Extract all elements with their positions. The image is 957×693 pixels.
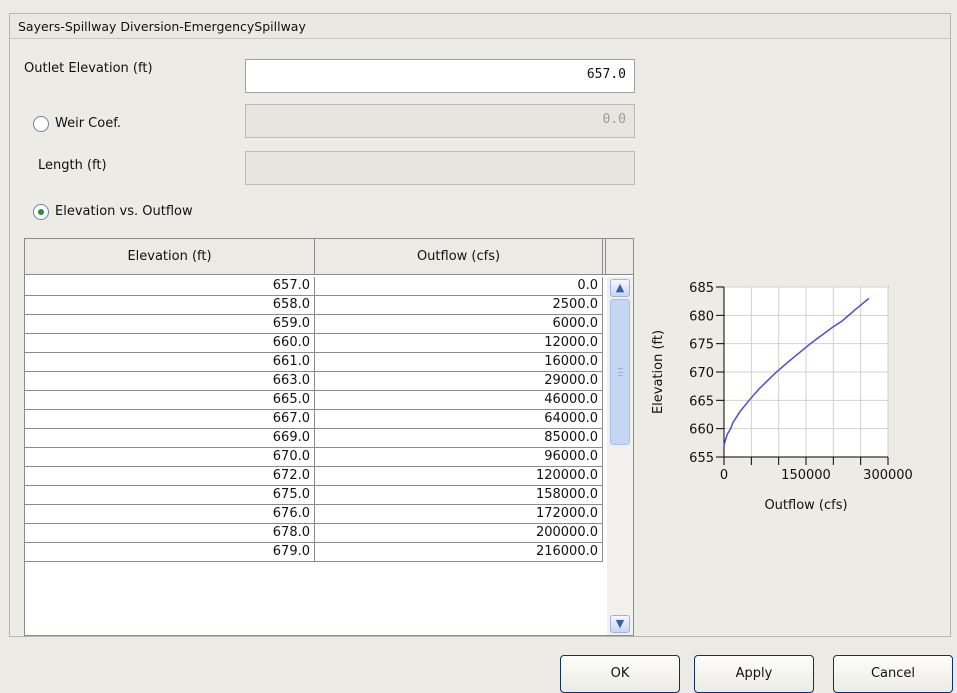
outlet-elevation-label: Outlet Elevation (ft)	[24, 61, 153, 76]
table-corner	[605, 239, 633, 275]
outflow-cell[interactable]: 85000.0	[315, 429, 603, 448]
outflow-cell[interactable]: 172000.0	[315, 505, 603, 524]
scroll-thumb[interactable]	[610, 299, 630, 445]
apply-button[interactable]: Apply	[694, 655, 814, 693]
dialog-title: Sayers-Spillway Diversion-EmergencySpill…	[9, 13, 951, 39]
y-tick-label: 670	[689, 366, 714, 381]
table-row[interactable]: 659.0 6000.0	[25, 315, 605, 334]
outlet-elevation-input[interactable]: 657.0	[245, 59, 635, 93]
weir-coef-radio[interactable]	[33, 116, 49, 132]
table-row[interactable]: 679.0 216000.0	[25, 543, 605, 562]
elevation-cell[interactable]: 679.0	[25, 543, 315, 562]
y-axis-label: Elevation (ft)	[651, 330, 666, 414]
elevation-cell[interactable]: 665.0	[25, 391, 315, 410]
x-tick-label: 300000	[863, 468, 913, 483]
ok-button[interactable]: OK	[560, 655, 680, 693]
scroll-down-icon[interactable]: ▼	[610, 615, 630, 633]
elevation-cell[interactable]: 667.0	[25, 410, 315, 429]
outflow-cell[interactable]: 29000.0	[315, 372, 603, 391]
scroll-up-icon[interactable]: ▲	[610, 279, 630, 297]
table-row[interactable]: 667.0 64000.0	[25, 410, 605, 429]
table-row[interactable]: 670.0 96000.0	[25, 448, 605, 467]
x-tick-label: 150000	[781, 468, 831, 483]
table-body: 657.0 0.0 658.0 2500.0 659.0 6000.0 660.0 12000…	[25, 277, 605, 562]
outflow-cell[interactable]: 16000.0	[315, 353, 603, 372]
elevation-cell[interactable]: 672.0	[25, 467, 315, 486]
table-row[interactable]: 660.0 12000.0	[25, 334, 605, 353]
x-tick-label: 0	[720, 468, 728, 483]
table-scrollbar[interactable]: ▲ ▼	[607, 277, 633, 635]
radio-selected-dot	[38, 209, 44, 215]
table-row[interactable]: 658.0 2500.0	[25, 296, 605, 315]
cancel-button[interactable]: Cancel	[833, 655, 953, 693]
table-row[interactable]: 657.0 0.0	[25, 277, 605, 296]
x-axis-label: Outflow (cfs)	[764, 498, 847, 513]
grip-icon	[618, 368, 623, 376]
y-tick-label: 680	[689, 309, 714, 324]
table-row[interactable]: 665.0 46000.0	[25, 391, 605, 410]
table-header: Elevation (ft) Outflow (cfs)	[25, 239, 605, 275]
outflow-cell[interactable]: 6000.0	[315, 315, 603, 334]
column-header-elevation[interactable]: Elevation (ft)	[25, 239, 315, 275]
column-header-outflow[interactable]: Outflow (cfs)	[315, 239, 603, 275]
y-tick-label: 655	[689, 451, 714, 466]
elevation-cell[interactable]: 669.0	[25, 429, 315, 448]
elevation-cell[interactable]: 657.0	[25, 277, 315, 296]
outflow-cell[interactable]: 46000.0	[315, 391, 603, 410]
table-row[interactable]: 663.0 29000.0	[25, 372, 605, 391]
chart-grid	[723, 286, 889, 458]
length-label: Length (ft)	[38, 158, 107, 173]
outflow-cell[interactable]: 12000.0	[315, 334, 603, 353]
elevation-outflow-table: Elevation (ft) Outflow (cfs) 657.0 0.0 658…	[24, 238, 634, 636]
elevation-cell[interactable]: 678.0	[25, 524, 315, 543]
length-input[interactable]	[245, 151, 635, 185]
y-tick-label: 685	[689, 281, 714, 296]
weir-coef-input[interactable]: 0.0	[245, 104, 635, 138]
outflow-cell[interactable]: 64000.0	[315, 410, 603, 429]
elev-vs-outflow-radio[interactable]	[33, 204, 49, 220]
table-row[interactable]: 675.0 158000.0	[25, 486, 605, 505]
table-row[interactable]: 678.0 200000.0	[25, 524, 605, 543]
y-tick-label: 660	[689, 423, 714, 438]
y-tick-label: 675	[689, 338, 714, 353]
elevation-cell[interactable]: 663.0	[25, 372, 315, 391]
outflow-cell[interactable]: 158000.0	[315, 486, 603, 505]
table-row[interactable]: 676.0 172000.0	[25, 505, 605, 524]
outflow-cell[interactable]: 200000.0	[315, 524, 603, 543]
elevation-cell[interactable]: 659.0	[25, 315, 315, 334]
outflow-cell[interactable]: 96000.0	[315, 448, 603, 467]
table-row[interactable]: 672.0 120000.0	[25, 467, 605, 486]
outflow-cell[interactable]: 0.0	[315, 277, 603, 296]
y-tick-label: 665	[689, 394, 714, 409]
outflow-cell[interactable]: 2500.0	[315, 296, 603, 315]
table-row[interactable]: 669.0 85000.0	[25, 429, 605, 448]
elevation-cell[interactable]: 675.0	[25, 486, 315, 505]
table-row[interactable]: 661.0 16000.0	[25, 353, 605, 372]
elev-vs-outflow-label: Elevation vs. Outflow	[55, 204, 193, 219]
elevation-cell[interactable]: 676.0	[25, 505, 315, 524]
elevation-cell[interactable]: 658.0	[25, 296, 315, 315]
weir-coef-label: Weir Coef.	[55, 116, 121, 131]
elevation-outflow-chart: 655 660 665 670 675 680 685 0 150000 300000 Eleva…	[651, 281, 913, 513]
elevation-cell[interactable]: 670.0	[25, 448, 315, 467]
outflow-cell[interactable]: 120000.0	[315, 467, 603, 486]
elevation-cell[interactable]: 661.0	[25, 353, 315, 372]
elevation-cell[interactable]: 660.0	[25, 334, 315, 353]
outflow-cell[interactable]: 216000.0	[315, 543, 603, 562]
